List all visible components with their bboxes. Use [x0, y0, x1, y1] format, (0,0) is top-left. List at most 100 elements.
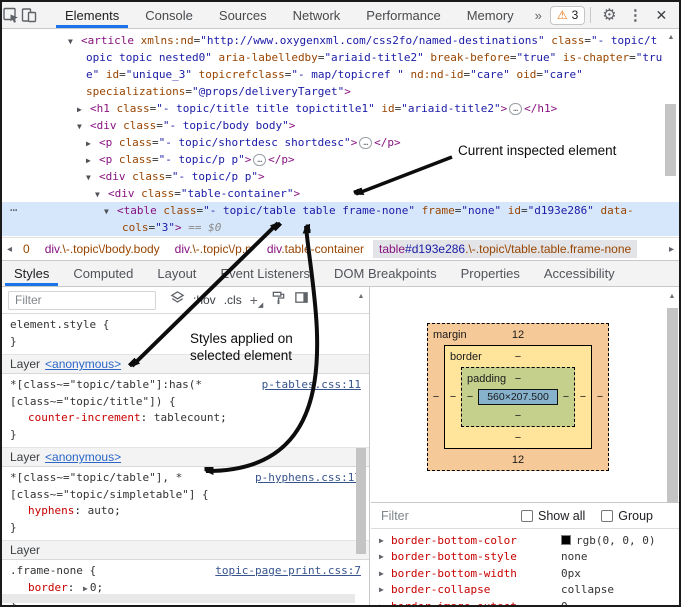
- inspect-element-icon[interactable]: [2, 2, 20, 28]
- breadcrumb-item[interactable]: 0: [17, 240, 36, 258]
- twisty-collapsed-icon[interactable]: ▶: [86, 135, 99, 152]
- padding-bottom-value[interactable]: −: [462, 405, 574, 426]
- twisty-expanded-icon[interactable]: ▼: [68, 33, 81, 50]
- breadcrumb-item[interactable]: div.\-.topic\/p.p: [169, 240, 258, 258]
- styles-hscrollbar[interactable]: [2, 594, 355, 603]
- computed-property-row[interactable]: ▶border-collapsecollapse: [371, 582, 679, 599]
- twisty-collapsed-icon[interactable]: ▶: [86, 152, 99, 169]
- row-actions-ellipsis-icon[interactable]: ⋯: [10, 202, 16, 219]
- layers-icon[interactable]: [170, 290, 185, 310]
- styles-scrollbar-thumb[interactable]: [356, 448, 366, 554]
- layer-link[interactable]: <anonymous>: [45, 357, 121, 371]
- toggle-sidebar-icon[interactable]: [294, 290, 309, 310]
- pseudo-state-button[interactable]: :hov: [193, 293, 216, 307]
- tab-event-listeners[interactable]: Event Listeners: [208, 261, 322, 286]
- expand-value-icon[interactable]: ▶: [83, 584, 88, 593]
- tab-properties[interactable]: Properties: [449, 261, 532, 286]
- box-model-margin[interactable]: margin12 − border− − padding− − 560×207.…: [427, 323, 609, 471]
- tab-sources[interactable]: Sources: [206, 2, 280, 28]
- expand-property-icon[interactable]: ▶: [379, 602, 391, 605]
- computed-property-row[interactable]: ▶border-bottom-colorrgb(0, 0, 0): [371, 532, 679, 549]
- tab-memory[interactable]: Memory: [454, 2, 527, 28]
- tab-performance[interactable]: Performance: [353, 2, 453, 28]
- dom-tree-line[interactable]: opic topic nested0" aria-labelledby="ari…: [2, 49, 679, 66]
- expand-property-icon[interactable]: ▶: [379, 552, 391, 561]
- tab-styles[interactable]: Styles: [2, 261, 61, 286]
- checkbox-icon[interactable]: [521, 510, 533, 522]
- scrollbar-up-arrow[interactable]: ▲: [665, 31, 677, 44]
- dom-tree-line[interactable]: ▼<div class="- topic/p p">: [2, 168, 679, 185]
- scrollbar-up-arrow[interactable]: ▲: [355, 290, 367, 303]
- twisty-expanded-icon[interactable]: ▼: [95, 186, 108, 203]
- element-classes-button[interactable]: .cls: [224, 293, 242, 307]
- breadcrumb-item[interactable]: div.\-.topic\/body.body: [39, 240, 166, 258]
- computed-property-row[interactable]: ▶border-bottom-width0px: [371, 565, 679, 582]
- breadcrumb-item[interactable]: div.table-container: [261, 240, 370, 258]
- rule-selector[interactable]: element.style {: [10, 317, 109, 334]
- elements-scrollbar-thumb[interactable]: [665, 104, 676, 176]
- expand-property-icon[interactable]: ▶: [379, 585, 391, 594]
- margin-left-value[interactable]: −: [428, 345, 444, 449]
- rule-selector[interactable]: .frame-none {: [10, 563, 96, 580]
- tab-accessibility[interactable]: Accessibility: [532, 261, 627, 286]
- border-top-value[interactable]: −: [515, 351, 521, 363]
- expand-property-icon[interactable]: ▶: [379, 569, 391, 578]
- padding-right-value[interactable]: −: [558, 389, 574, 405]
- breadcrumb-item[interactable]: table#d193e286.\-.topic\/table.table.fra…: [373, 240, 637, 258]
- dom-tree-line[interactable]: ▼<div class="- topic/body body">: [2, 117, 679, 134]
- margin-right-value[interactable]: −: [592, 345, 608, 449]
- twisty-expanded-icon[interactable]: ▼: [104, 203, 117, 220]
- inline-ellipsis-icon[interactable]: …: [509, 103, 522, 115]
- stylesheet-link[interactable]: p-tables.css:11: [262, 377, 361, 394]
- scrollbar-up-arrow[interactable]: ▲: [666, 290, 678, 303]
- border-bottom-value[interactable]: −: [445, 427, 591, 448]
- tab-elements[interactable]: Elements: [52, 2, 132, 28]
- paint-roller-icon[interactable]: [271, 290, 286, 310]
- computed-property-row[interactable]: ▶border-bottom-stylenone: [371, 549, 679, 566]
- dom-tree-line[interactable]: specializations="@props/deliveryTarget">: [2, 83, 679, 100]
- box-model-border[interactable]: border− − padding− − 560×207.500 − − − −: [444, 345, 592, 449]
- inline-ellipsis-icon[interactable]: …: [253, 154, 266, 166]
- tab-computed[interactable]: Computed: [61, 261, 145, 286]
- stylesheet-link[interactable]: topic-page-print.css:7: [215, 563, 361, 580]
- dom-tree-line[interactable]: e" id="unique_3" topicrefclass="- map/to…: [2, 66, 679, 83]
- settings-gear-icon[interactable]: ⚙: [596, 2, 622, 28]
- dom-tree-line[interactable]: ▶<h1 class="- topic/title title topictit…: [2, 100, 679, 117]
- breadcrumb-back-icon[interactable]: ◂: [2, 244, 17, 255]
- box-model-content[interactable]: 560×207.500: [478, 389, 558, 405]
- styles-filter-input[interactable]: [8, 291, 156, 310]
- group-checkbox[interactable]: Group: [601, 509, 653, 523]
- computed-property-row[interactable]: ▶border-image-outset0: [371, 598, 679, 605]
- new-style-rule-button[interactable]: +◢: [250, 292, 264, 309]
- tab-dom-breakpoints[interactable]: DOM Breakpoints: [322, 261, 449, 286]
- padding-top-value[interactable]: −: [515, 373, 521, 385]
- console-warning-badge[interactable]: ⚠ 3: [550, 6, 585, 25]
- twisty-expanded-icon[interactable]: ▼: [86, 169, 99, 186]
- rule-selector[interactable]: *[class~="topic/table"]:has(* [class~="t…: [10, 377, 202, 410]
- tab-layout[interactable]: Layout: [145, 261, 208, 286]
- border-left-value[interactable]: −: [445, 367, 461, 427]
- css-property[interactable]: counter-increment: tablecount;: [10, 410, 361, 427]
- tab-console[interactable]: Console: [132, 2, 206, 28]
- twisty-collapsed-icon[interactable]: ▶: [77, 101, 90, 118]
- rule-selector[interactable]: *[class~="topic/table"], * [class~="topi…: [10, 470, 209, 503]
- close-icon[interactable]: ✕: [648, 2, 674, 28]
- dom-tree-line[interactable]: ▼<article xmlns:nd="http://www.oxygenxml…: [2, 32, 679, 49]
- padding-left-value[interactable]: −: [462, 389, 478, 405]
- dom-tree-line[interactable]: cols="3"> == $0: [2, 219, 679, 236]
- show-all-checkbox[interactable]: Show all: [521, 509, 585, 523]
- stylesheet-link[interactable]: p-hyphens.css:17: [255, 470, 361, 487]
- box-model-padding[interactable]: padding− − 560×207.500 − −: [461, 367, 575, 427]
- border-right-value[interactable]: −: [575, 367, 591, 427]
- inline-ellipsis-icon[interactable]: …: [359, 137, 372, 149]
- computed-scrollbar-thumb[interactable]: [667, 308, 678, 503]
- dom-tree-line[interactable]: ⋯▼<table class="- topic/table table fram…: [2, 202, 679, 219]
- device-toolbar-icon[interactable]: [20, 2, 38, 28]
- layer-link[interactable]: <anonymous>: [45, 450, 121, 464]
- kebab-menu-icon[interactable]: ⋮: [622, 2, 648, 28]
- checkbox-icon[interactable]: [601, 510, 613, 522]
- margin-bottom-value[interactable]: 12: [428, 449, 608, 470]
- more-tabs-icon[interactable]: »: [527, 8, 550, 23]
- computed-filter-input[interactable]: [381, 509, 501, 523]
- expand-property-icon[interactable]: ▶: [379, 536, 391, 545]
